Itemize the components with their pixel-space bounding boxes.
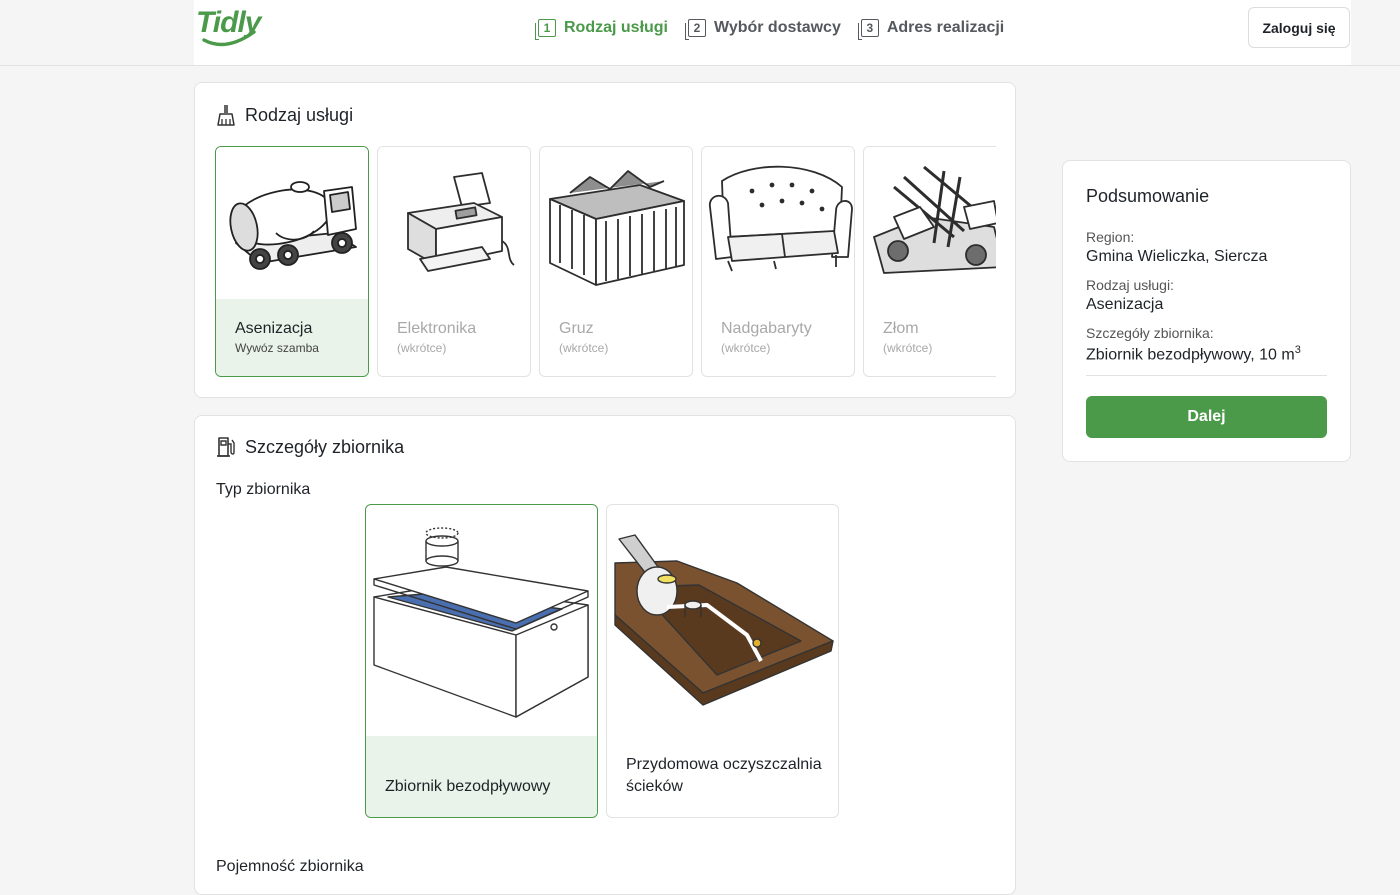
logo-smile-icon [202, 30, 256, 47]
tank-details-card: Szczegóły zbiornika Typ zbiornika Zbiorn… [194, 415, 1016, 895]
summary-tank-label: Szczegóły zbiornika: [1086, 325, 1214, 341]
service-option-footer: Asenizacja Wywóz szamba [216, 299, 368, 376]
summary-tank-value-text: Zbiornik bezodpływowy, 10 m [1086, 346, 1295, 364]
service-option-footer: Elektronika (wkrótce) [378, 299, 530, 376]
service-option-footer: Złom (wkrótce) [864, 299, 996, 376]
service-type-heading: Rodzaj usługi [216, 104, 353, 126]
service-option-asenizacja[interactable]: Asenizacja Wywóz szamba [215, 146, 369, 377]
service-option-zlom[interactable]: Złom (wkrótce) [863, 146, 996, 377]
login-button[interactable]: Zaloguj się [1248, 7, 1350, 48]
service-option-subtitle: Wywóz szamba [235, 341, 319, 355]
tidly-logo[interactable]: Tidly [196, 2, 262, 48]
service-option-footer: Nadgabaryty (wkrótce) [702, 299, 854, 376]
summary-tank-value-unit-exponent: 3 [1294, 344, 1301, 356]
tank-option-footer: Przydomowa oczyszczalnia ścieków [607, 736, 838, 817]
tank-option-oczyszczalnia[interactable]: Przydomowa oczyszczalnia ścieków [606, 504, 839, 818]
tank-capacity-label: Pojemność zbiornika [216, 858, 364, 875]
next-button[interactable]: Dalej [1086, 396, 1327, 438]
progress-steps: 1 Rodzaj usługi 2 Wybór dostawcy 3 Adres… [535, 16, 1024, 40]
printer-icon [378, 147, 530, 299]
tank-option-name: Zbiornik bezodpływowy [385, 778, 551, 795]
step-number-icon: 3 [857, 19, 879, 40]
tank-option-footer: Zbiornik bezodpływowy [366, 736, 597, 817]
service-type-card: Rodzaj usługi Asenizacja Wywóz szamba El… [194, 82, 1016, 398]
summary-divider [1086, 375, 1327, 376]
section-title: Szczegóły zbiornika [245, 436, 405, 457]
service-option-elektronika[interactable]: Elektronika (wkrótce) [377, 146, 531, 377]
tank-type-label: Typ zbiornika [216, 481, 311, 498]
step-label: Wybór dostawcy [714, 19, 841, 36]
tank-details-heading: Szczegóły zbiornika [216, 436, 404, 458]
tank-option-name: Przydomowa oczyszczalnia ścieków [626, 756, 822, 795]
service-option-subtitle: (wkrótce) [883, 341, 933, 355]
section-title: Rodzaj usługi [245, 104, 354, 125]
service-option-footer: Gruz (wkrótce) [540, 299, 692, 376]
service-option-name: Gruz [559, 320, 594, 337]
service-option-nadgabaryty[interactable]: Nadgabaryty (wkrótce) [701, 146, 855, 377]
tank-option-bezodplywowy[interactable]: Zbiornik bezodpływowy [365, 504, 598, 818]
service-option-name: Asenizacja [235, 320, 313, 337]
summary-service-value: Asenizacja [1086, 296, 1164, 313]
service-option-name: Nadgabaryty [721, 320, 812, 337]
service-option-subtitle: (wkrótce) [721, 341, 771, 355]
top-header: Tidly 1 Rodzaj usługi 2 Wybór dostawcy 3… [0, 0, 1400, 66]
step-service-type[interactable]: 1 Rodzaj usługi [535, 16, 668, 40]
service-option-subtitle: (wkrótce) [397, 341, 447, 355]
service-option-subtitle: (wkrótce) [559, 341, 609, 355]
summary-region-label: Region: [1086, 229, 1135, 245]
service-type-list[interactable]: Asenizacja Wywóz szamba Elektronika (wkr… [215, 146, 996, 378]
service-option-name: Złom [883, 320, 919, 337]
summary-service-label: Rodzaj usługi: [1086, 277, 1174, 293]
summary-card: Podsumowanie Region: Gmina Wieliczka, Si… [1062, 160, 1351, 462]
septic-tank-icon [366, 505, 597, 736]
service-option-name: Elektronika [397, 320, 477, 337]
summary-region-value: Gmina Wieliczka, Siercza [1086, 248, 1268, 265]
step-provider[interactable]: 2 Wybór dostawcy [685, 16, 841, 40]
sofa-icon [702, 147, 854, 299]
rubble-container-icon [540, 147, 692, 299]
step-label: Adres realizacji [886, 19, 1005, 36]
summary-tank-value: Zbiornik bezodpływowy, 10 m3 [1086, 344, 1301, 364]
fuel-tank-icon [217, 437, 235, 457]
step-label: Rodzaj usługi [564, 19, 668, 36]
treatment-plant-icon [607, 505, 838, 736]
step-address[interactable]: 3 Adres realizacji [857, 16, 1005, 40]
septic-truck-icon [216, 147, 368, 299]
step-number-icon: 1 [535, 19, 556, 40]
step-number-icon: 2 [685, 19, 706, 40]
scrap-metal-icon [864, 147, 996, 299]
summary-title: Podsumowanie [1086, 186, 1210, 206]
service-option-gruz[interactable]: Gruz (wkrótce) [539, 146, 693, 377]
broom-icon [217, 105, 235, 126]
